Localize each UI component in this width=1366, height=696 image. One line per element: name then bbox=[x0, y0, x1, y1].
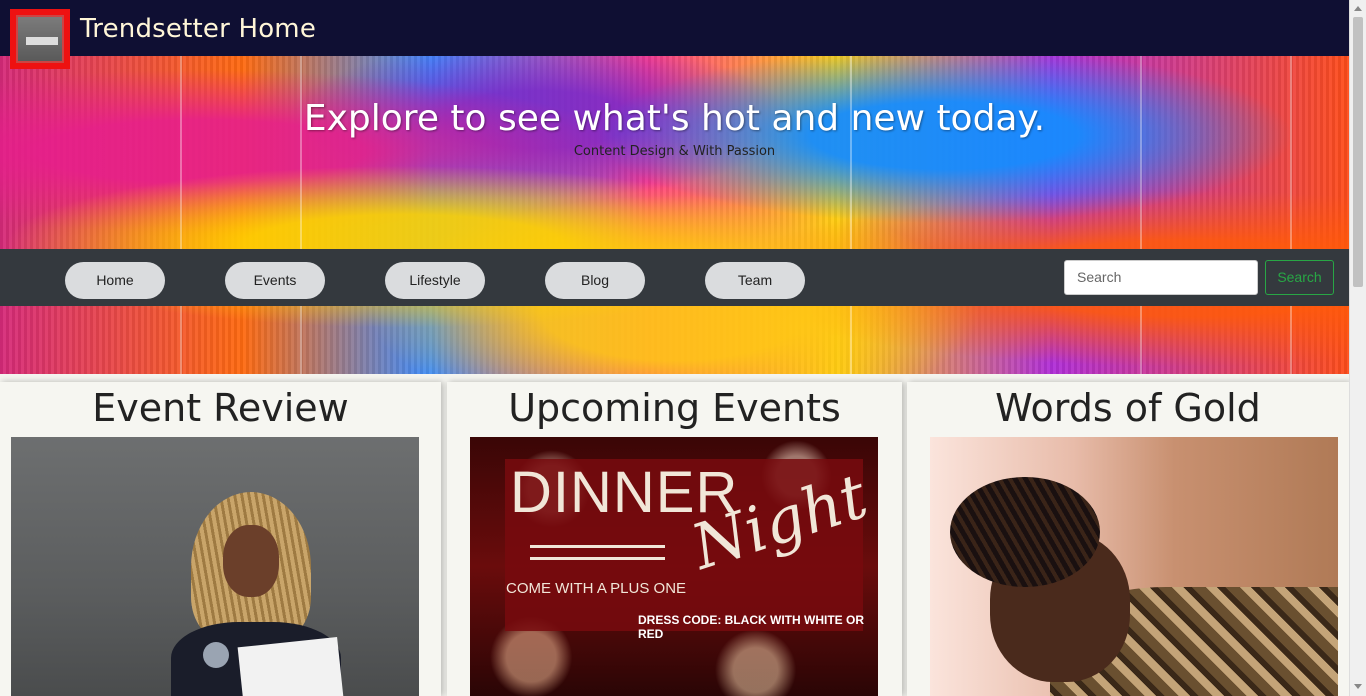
nav-events[interactable]: Events bbox=[225, 262, 325, 299]
logo-image bbox=[16, 15, 64, 63]
microphone-icon bbox=[203, 642, 229, 668]
card-upcoming-events: Upcoming Events DINNER Night COME WITH A… bbox=[447, 382, 902, 696]
nav-blog[interactable]: Blog bbox=[545, 262, 645, 299]
hero-banner: Explore to see what's hot and new today.… bbox=[0, 56, 1349, 374]
poster-dress-code: DRESS CODE: BLACK WITH WHITE OR RED bbox=[638, 613, 864, 641]
page-scrollbar[interactable] bbox=[1349, 0, 1366, 696]
nav-home[interactable]: Home bbox=[65, 262, 165, 299]
nav-bar: Home Events Lifestyle Blog Team Search S… bbox=[0, 249, 1349, 306]
words-of-gold-image[interactable] bbox=[930, 437, 1338, 696]
card-title: Words of Gold bbox=[995, 386, 1261, 430]
brand-title[interactable]: Trendsetter Home bbox=[80, 14, 316, 44]
speaker-face bbox=[223, 525, 279, 597]
card-title: Event Review bbox=[92, 386, 349, 430]
upcoming-events-image[interactable]: DINNER Night COME WITH A PLUS ONE DRESS … bbox=[470, 437, 878, 696]
poster-tagline: COME WITH A PLUS ONE bbox=[506, 580, 687, 597]
card-event-review: Event Review bbox=[0, 382, 441, 696]
scroll-down-icon[interactable] bbox=[1354, 684, 1362, 689]
hero-title: Explore to see what's hot and new today. bbox=[303, 98, 1046, 139]
event-review-image[interactable] bbox=[11, 437, 419, 696]
speaker-paper bbox=[237, 636, 345, 696]
nav-team[interactable]: Team bbox=[705, 262, 805, 299]
site-logo[interactable] bbox=[10, 9, 70, 69]
scroll-thumb[interactable] bbox=[1353, 17, 1363, 287]
logo-bar bbox=[26, 37, 58, 45]
search-button[interactable]: Search bbox=[1265, 260, 1334, 295]
nav-lifestyle[interactable]: Lifestyle bbox=[385, 262, 485, 299]
poster-rule bbox=[530, 557, 665, 560]
poster-rule bbox=[530, 545, 665, 548]
card-words-of-gold: Words of Gold bbox=[907, 382, 1349, 696]
page: Trendsetter Home Explore to see what's h… bbox=[0, 0, 1366, 696]
top-bar: Trendsetter Home bbox=[0, 0, 1349, 56]
hero-subtitle: Content Design & With Passion bbox=[573, 144, 776, 159]
card-title: Upcoming Events bbox=[508, 386, 841, 430]
search-input[interactable]: Search bbox=[1064, 260, 1258, 295]
card-row: Event Review Upcoming Events DINNER Nigh… bbox=[0, 382, 1349, 696]
portrait-hair bbox=[950, 477, 1100, 587]
scroll-up-icon[interactable] bbox=[1354, 6, 1362, 11]
